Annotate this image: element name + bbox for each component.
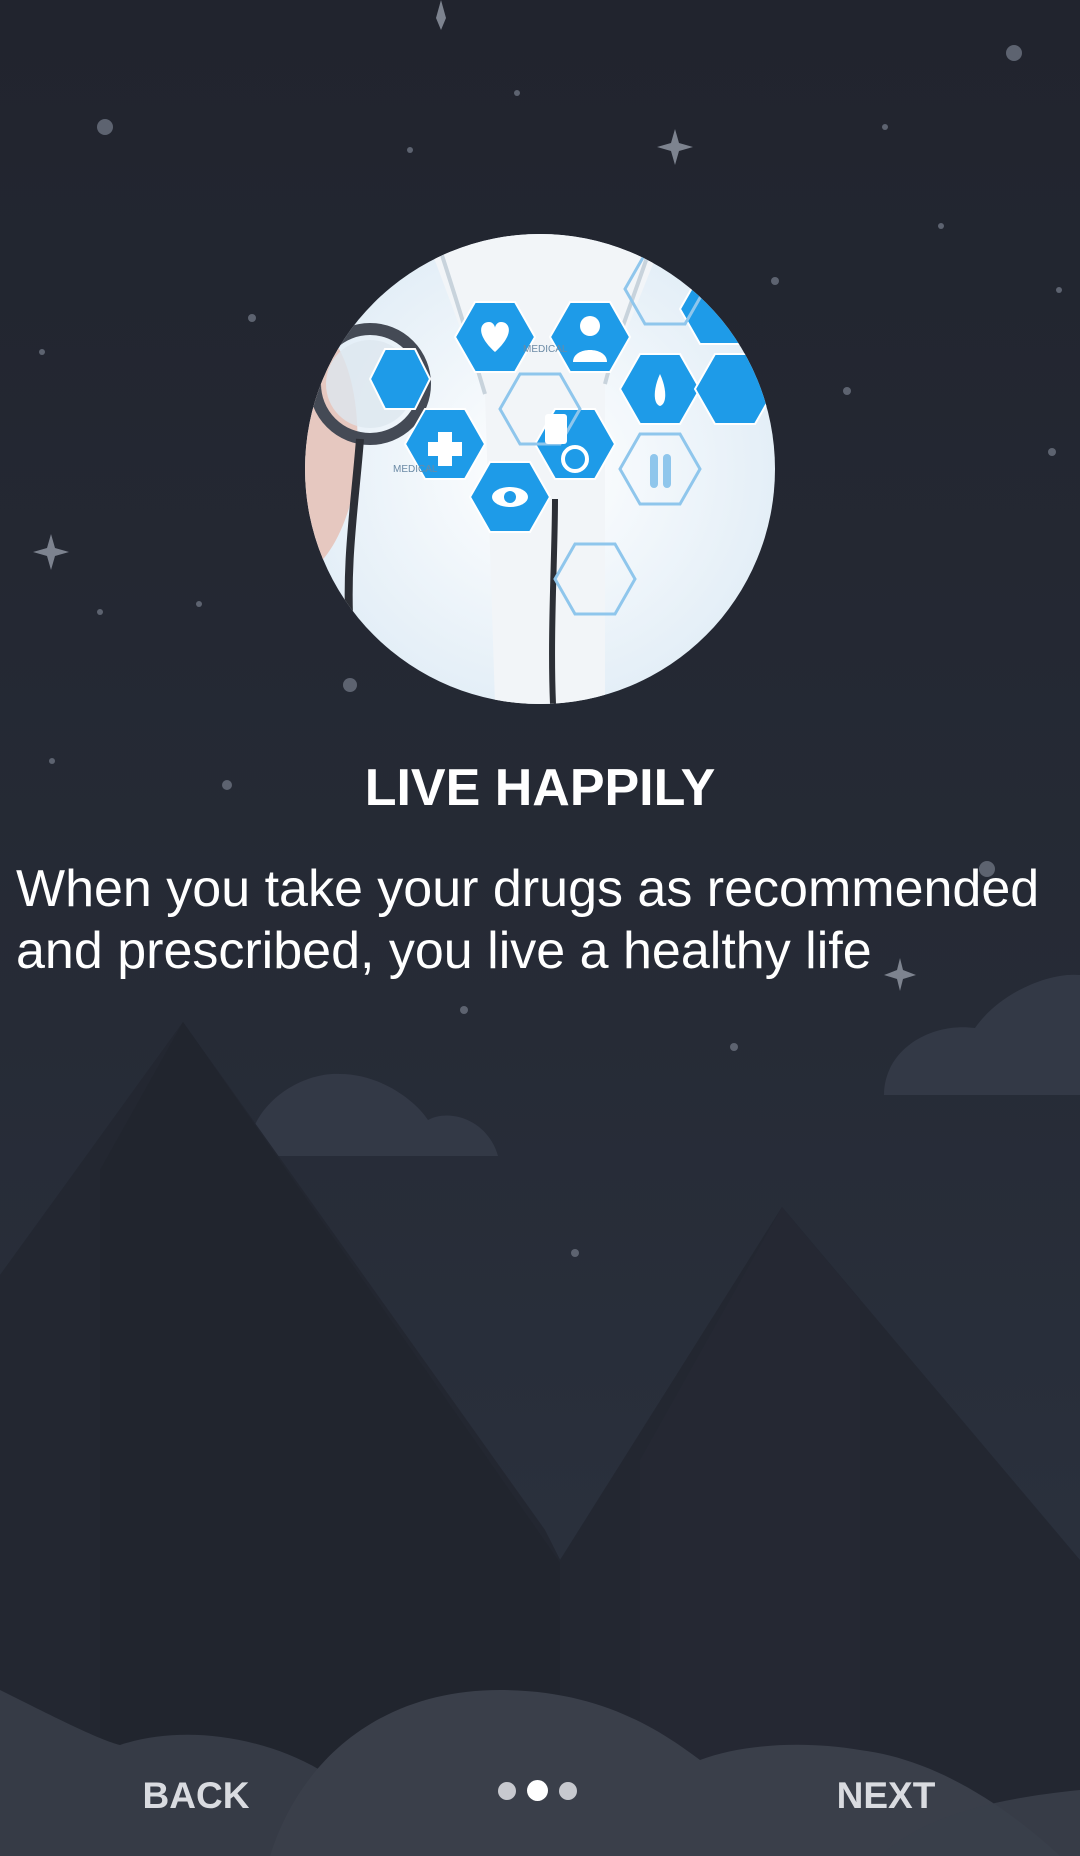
clouds bbox=[248, 974, 1080, 1156]
page-dot-1 bbox=[498, 1781, 516, 1800]
onboarding-description: When you take your drugs as recommended … bbox=[16, 860, 1040, 980]
page-dot-3 bbox=[559, 1781, 577, 1800]
hero-image-medical: MEDICAL MEDICAL bbox=[305, 234, 775, 704]
back-button[interactable]: BACK bbox=[132, 1770, 260, 1822]
medical-hexagon-icon: MEDICAL MEDICAL bbox=[305, 234, 775, 704]
hero-label-medical-2: MEDICAL bbox=[393, 464, 438, 475]
onboarding-screen: MEDICAL MEDICAL LIVE HAPPILY When you ta… bbox=[0, 0, 1080, 1856]
next-button[interactable]: NEXT bbox=[820, 1770, 952, 1822]
hero-label-medical-1: MEDICAL bbox=[523, 344, 568, 355]
page-dot-2-active bbox=[527, 1780, 548, 1801]
onboarding-title: LIVE HAPPILY bbox=[364, 759, 716, 817]
page-indicator bbox=[498, 1780, 577, 1801]
